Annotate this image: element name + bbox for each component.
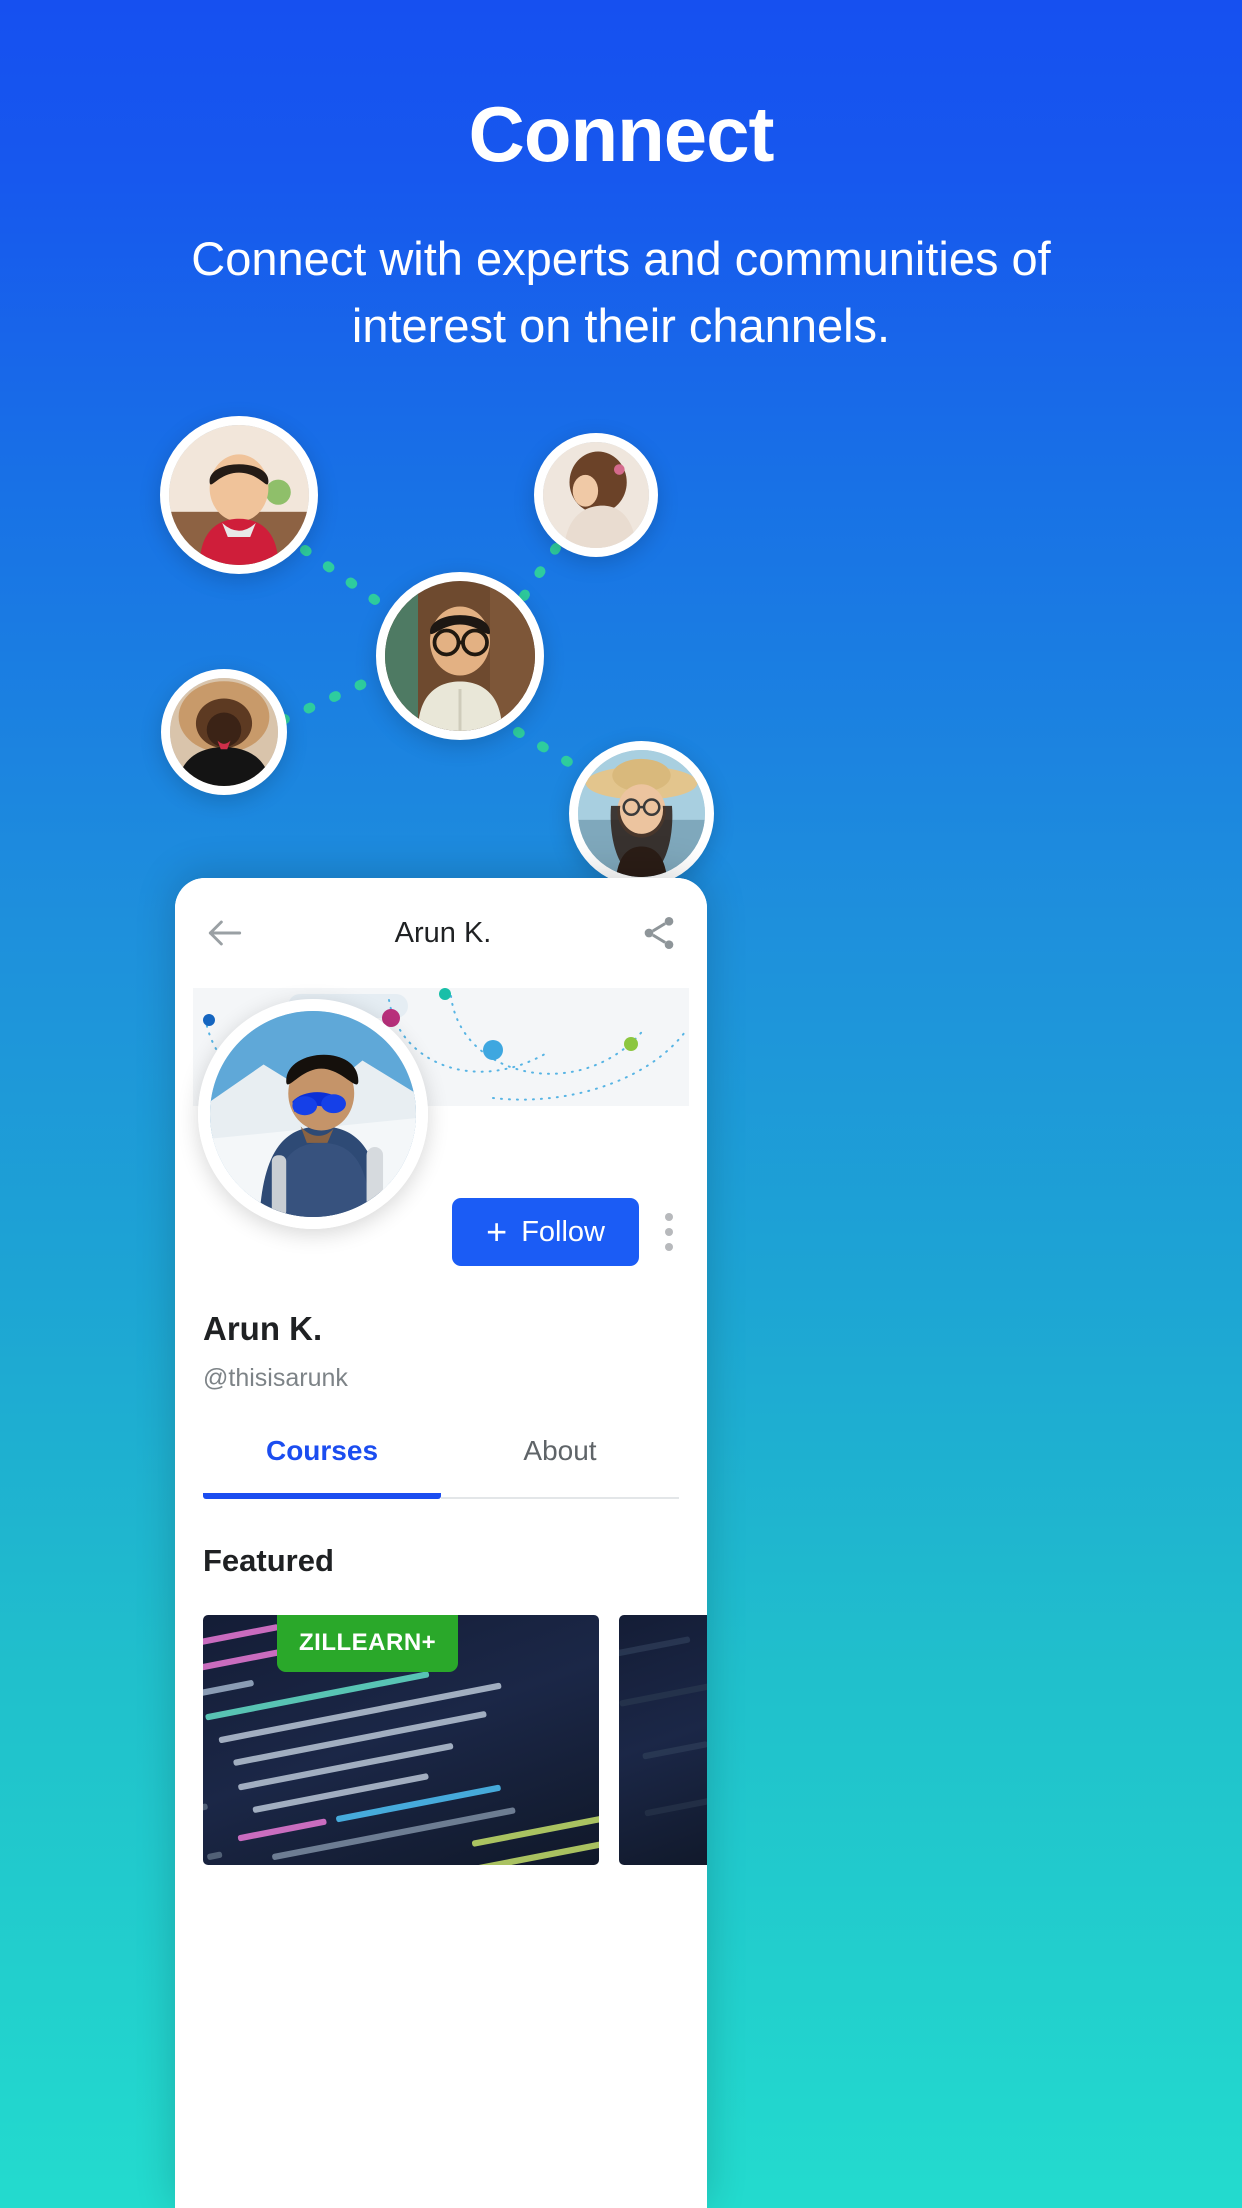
profile-avatar[interactable] xyxy=(198,999,428,1229)
avatar-image xyxy=(385,581,535,731)
featured-card[interactable]: ZILLEARN+ xyxy=(203,1615,599,1865)
avatar-image xyxy=(578,750,705,877)
avatar-woman-fur-hood[interactable] xyxy=(161,669,287,795)
phone-mockup: Arun K. + Follow Arun K. @thisisarunk Co… xyxy=(175,878,707,2208)
app-bar-title: Arun K. xyxy=(394,916,492,949)
avatar-image xyxy=(543,442,649,548)
follow-label: Follow xyxy=(521,1215,605,1248)
avatar-image xyxy=(170,678,278,786)
hero-subtitle: Connect with experts and communities of … xyxy=(191,232,1051,353)
hero-section: Connect Connect with experts and communi… xyxy=(0,0,1242,359)
avatar-image xyxy=(210,1011,416,1217)
profile-section: + Follow Arun K. @thisisarunk xyxy=(175,999,707,1393)
featured-heading: Featured xyxy=(203,1543,334,1578)
featured-card[interactable] xyxy=(619,1615,707,1865)
featured-card-list: ZILLEARN+ xyxy=(203,1615,707,1865)
avatar-image xyxy=(169,425,309,565)
avatar-woman-red-shirt[interactable] xyxy=(160,416,318,574)
plus-icon: + xyxy=(486,1211,508,1252)
profile-name: Arun K. xyxy=(203,1310,323,1347)
profile-handle: @thisisarunk xyxy=(203,1364,348,1392)
tab-about[interactable]: About xyxy=(441,1435,679,1499)
share-icon[interactable] xyxy=(639,913,679,953)
avatar-network xyxy=(0,400,1242,960)
app-bar: Arun K. xyxy=(175,878,707,988)
avatar-woman-straw-hat[interactable] xyxy=(569,741,714,886)
tab-courses[interactable]: Courses xyxy=(203,1435,441,1499)
follow-button[interactable]: + Follow xyxy=(452,1198,639,1266)
dark-thumbnail xyxy=(619,1615,707,1865)
arrow-left-icon[interactable] xyxy=(203,911,247,955)
page-title: Connect xyxy=(468,90,775,178)
avatar-woman-updo-hair[interactable] xyxy=(534,433,658,557)
kebab-menu-icon[interactable] xyxy=(659,1207,679,1257)
profile-tabs: Courses About xyxy=(203,1435,679,1499)
avatar-man-glasses-center[interactable] xyxy=(376,572,544,740)
zillearn-plus-badge: ZILLEARN+ xyxy=(277,1615,459,1672)
